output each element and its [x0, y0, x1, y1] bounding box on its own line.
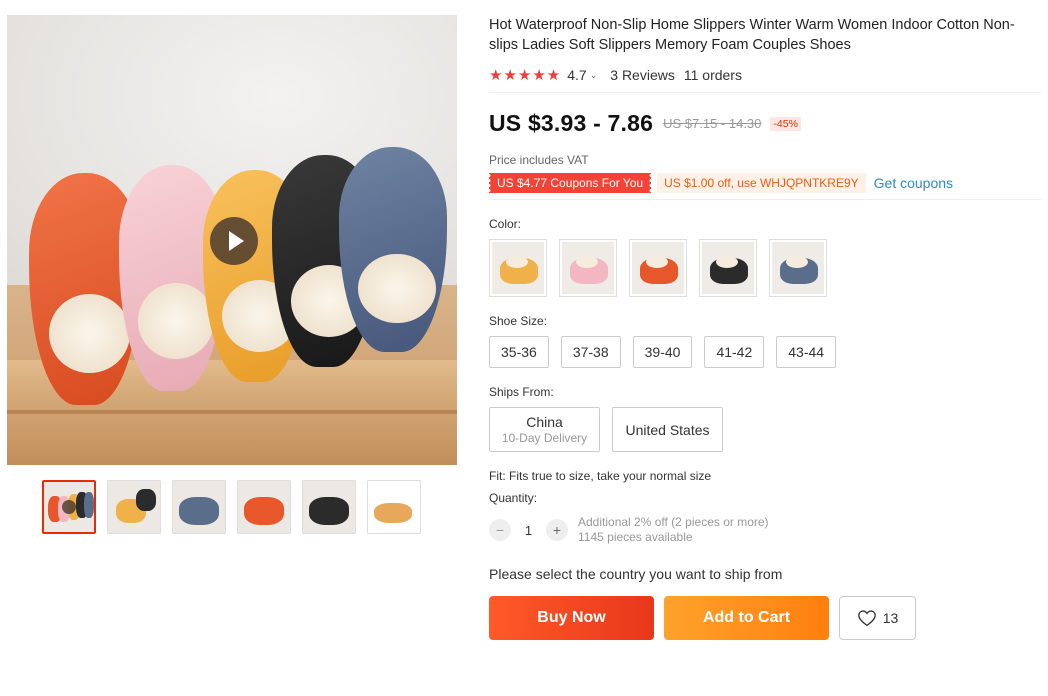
main-product-image[interactable] [7, 15, 457, 465]
fit-note: Fit: Fits true to size, take your normal… [489, 469, 712, 483]
thumbnail-6[interactable] [367, 480, 421, 534]
rating-row: ★★★★★ 4.7 ⌄ 3 Reviews 11 orders [489, 65, 1048, 85]
current-price: US $3.93 - 7.86 [489, 110, 654, 136]
size-options: 35-36 37-38 39-40 41-42 43-44 [489, 336, 1048, 368]
chevron-down-icon[interactable]: ⌄ [590, 70, 598, 81]
product-title: Hot Waterproof Non-Slip Home Slippers Wi… [489, 17, 1015, 53]
quantity-minus-button[interactable]: − [489, 519, 511, 541]
ships-from-options: China 10-Day Delivery United States [489, 407, 1048, 452]
quantity-label: Quantity: [489, 491, 538, 505]
product-info: Hot Waterproof Non-Slip Home Slippers Wi… [486, 15, 1048, 640]
slipper-blue [339, 147, 447, 352]
orders-count: 11 orders [683, 67, 742, 83]
coupon-code-offer[interactable]: US $1.00 off, use WHJQPNTKRE9Y [657, 173, 866, 193]
color-label: Color: [489, 217, 522, 231]
divider [489, 199, 1041, 200]
color-option-black[interactable] [699, 239, 757, 297]
store-coupon[interactable]: US $4.77 Coupons For You [486, 173, 654, 193]
thumbnail-1[interactable] [42, 480, 96, 534]
quantity-info: Additional 2% off (2 pieces or more) 114… [578, 515, 769, 545]
size-option[interactable]: 41-42 [704, 336, 765, 368]
ships-from-label: Ships From: [489, 385, 554, 399]
rating-score[interactable]: 4.7 [567, 67, 586, 83]
color-option-pink[interactable] [559, 239, 617, 297]
quantity-stepper: − 1 + Additional 2% off (2 pieces or mor… [489, 515, 1048, 545]
vat-note: Price includes VAT [489, 153, 589, 167]
buy-now-button[interactable]: Buy Now [489, 596, 654, 640]
discount-badge: -45% [770, 116, 801, 131]
thumbnail-4[interactable] [237, 480, 291, 534]
price-row: US $3.93 - 7.86 US $7.15 - 14.30 -45% [489, 110, 1048, 137]
thumbnail-2[interactable] [107, 480, 161, 534]
action-buttons: Buy Now Add to Cart 13 [489, 596, 1048, 640]
coupons-row: US $4.77 Coupons For You US $1.00 off, u… [486, 173, 1048, 193]
size-option[interactable]: 35-36 [489, 336, 549, 368]
ship-option-united-states[interactable]: United States [612, 407, 723, 452]
rating-stars-icon: ★★★★★ [489, 67, 562, 84]
color-option-orange[interactable] [629, 239, 687, 297]
divider [489, 92, 1041, 93]
color-option-blue[interactable] [769, 239, 827, 297]
color-options [489, 239, 1048, 297]
ship-option-name: China [526, 414, 563, 430]
ship-option-delivery: 10-Day Delivery [501, 431, 588, 445]
size-option[interactable]: 39-40 [632, 336, 693, 368]
play-video-icon[interactable] [210, 217, 258, 265]
color-option-yellow[interactable] [489, 239, 547, 297]
available-pieces: 1145 pieces available [578, 530, 693, 544]
ship-option-china[interactable]: China 10-Day Delivery [489, 407, 600, 452]
quantity-discount-note: Additional 2% off (2 pieces or more) [578, 515, 769, 529]
ship-country-prompt: Please select the country you want to sh… [489, 566, 783, 582]
thumbnail-5[interactable] [302, 480, 356, 534]
wishlist-count: 13 [882, 610, 899, 626]
thumbnail-3[interactable] [172, 480, 226, 534]
image-shelf-edge [7, 410, 457, 414]
ship-option-name: United States [625, 421, 710, 438]
original-price: US $7.15 - 14.30 [663, 116, 762, 131]
heart-icon [857, 610, 876, 627]
wishlist-button[interactable]: 13 [839, 596, 916, 640]
reviews-link[interactable]: 3 Reviews [610, 67, 675, 83]
quantity-value[interactable]: 1 [511, 523, 546, 538]
size-option[interactable]: 43-44 [776, 336, 837, 368]
add-to-cart-button[interactable]: Add to Cart [664, 596, 829, 640]
quantity-plus-button[interactable]: + [546, 519, 568, 541]
size-option[interactable]: 37-38 [560, 336, 621, 368]
size-label: Shoe Size: [489, 314, 548, 328]
get-coupons-link[interactable]: Get coupons [874, 175, 953, 191]
thumbnail-strip [42, 480, 421, 534]
